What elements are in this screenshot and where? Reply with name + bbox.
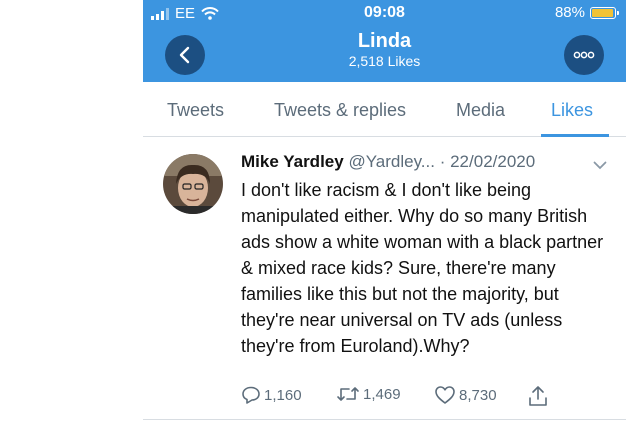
phone-screen: EE 09:08 88% Linda 2,518 Likes Tweets Tw… <box>143 0 626 427</box>
retweet-count: 1,469 <box>363 385 401 403</box>
heart-icon <box>435 386 455 404</box>
more-button[interactable] <box>564 35 604 75</box>
tweet-date[interactable]: · 22/02/2020 <box>440 152 535 171</box>
profile-title: Linda <box>357 30 412 52</box>
more-dots-icon <box>573 51 595 59</box>
reply-button[interactable]: 1,160 <box>241 385 302 405</box>
like-button[interactable]: 8,730 <box>434 385 497 405</box>
battery-percent: 88% <box>554 4 585 21</box>
status-time: 09:08 <box>364 4 405 21</box>
author-handle[interactable]: @Yardley... <box>348 152 435 171</box>
retweet-button[interactable]: 1,469 <box>336 385 401 403</box>
tweet-actions: 1,160 1,469 8,730 <box>241 385 611 407</box>
reply-icon <box>242 386 260 404</box>
tab-media[interactable]: Media <box>456 100 505 121</box>
tweet-text: I don't like racism & I don't like being… <box>241 180 604 356</box>
tab-tweets[interactable]: Tweets <box>167 100 224 121</box>
reply-count: 1,160 <box>264 386 302 404</box>
avatar[interactable] <box>163 154 223 214</box>
tab-likes[interactable]: Likes <box>551 100 593 121</box>
status-bar: EE 09:08 88% <box>143 0 626 26</box>
profile-header: EE 09:08 88% Linda 2,518 Likes <box>143 0 626 82</box>
tweet-header: Mike Yardley @Yardley... · 22/02/2020 <box>241 152 535 172</box>
like-count: 8,730 <box>459 386 497 404</box>
likes-count: 2,518 Likes <box>348 53 421 69</box>
profile-tabs: Tweets Tweets & replies Media Likes <box>143 82 626 137</box>
retweet-icon <box>337 387 359 401</box>
author-name[interactable]: Mike Yardley <box>241 152 344 171</box>
chevron-down-icon[interactable] <box>593 161 607 170</box>
tweet[interactable]: Mike Yardley @Yardley... · 22/02/2020 I … <box>143 137 626 420</box>
tab-tweets-replies[interactable]: Tweets & replies <box>274 100 406 121</box>
share-button[interactable] <box>528 385 548 407</box>
share-icon <box>529 386 547 406</box>
battery-icon <box>590 6 619 19</box>
status-right: 88% <box>554 4 619 21</box>
